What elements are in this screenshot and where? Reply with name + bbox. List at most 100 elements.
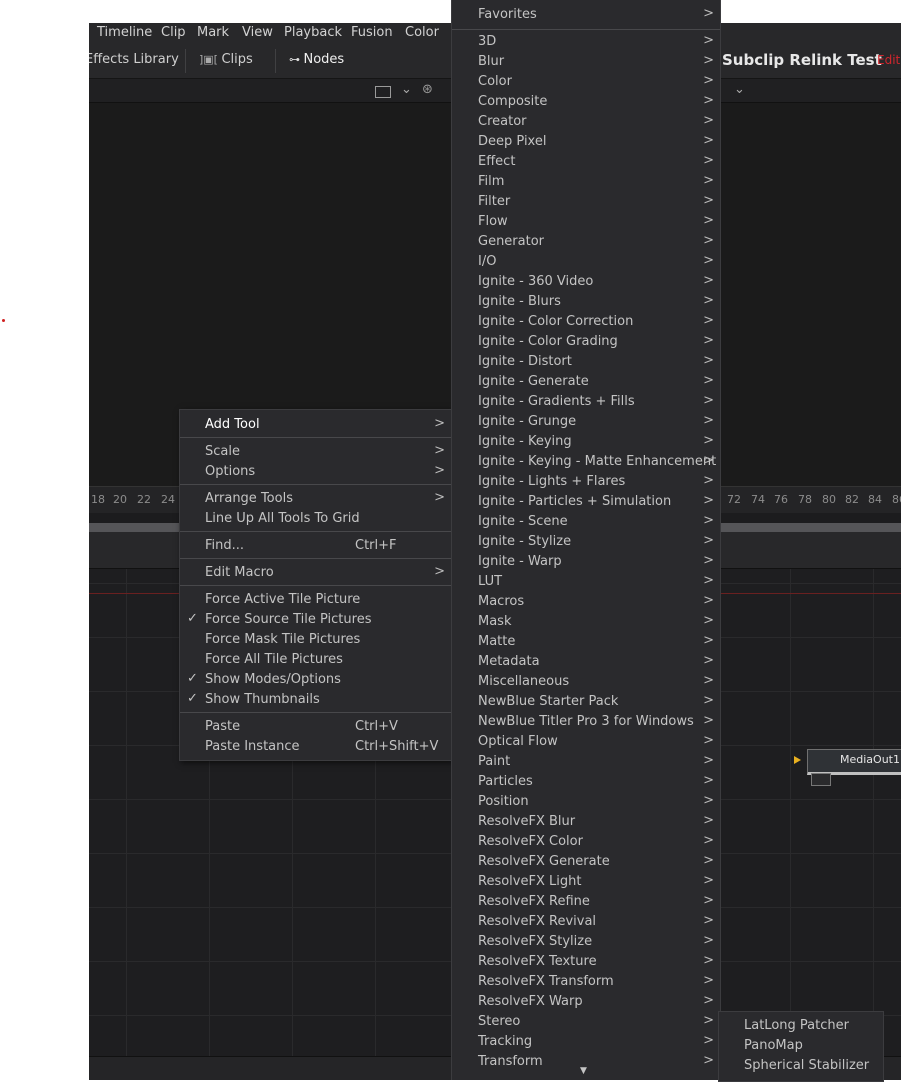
menu-item-show-thumbnails[interactable]: ✓ Show Thumbnails [180,690,451,710]
menu-item-tool-category[interactable]: Macros > [452,592,720,612]
menu-item-tool-category[interactable]: Ignite - Warp > [452,552,720,572]
menu-item-tool-category[interactable]: Position > [452,792,720,812]
menu-item-tool-category[interactable]: Tracking > [452,1032,720,1052]
menu-item-label: Find... [205,538,245,553]
menu-view[interactable]: View [242,25,273,40]
menu-item-tool-category[interactable]: ResolveFX Blur > [452,812,720,832]
menu-item-line-up[interactable]: Line Up All Tools To Grid [180,509,451,529]
menu-item-tool-category[interactable]: ResolveFX Texture > [452,952,720,972]
menu-item-panomap[interactable]: PanoMap [719,1036,883,1056]
scroll-down-icon[interactable]: ▼ [580,1066,587,1076]
menu-item-label: Miscellaneous [478,674,570,689]
chevron-right-icon: > [703,853,714,868]
menu-item-options[interactable]: Options > [180,462,451,482]
menu-item-tool-category[interactable]: ResolveFX Stylize > [452,932,720,952]
menu-item-tool-category[interactable]: ResolveFX Warp > [452,992,720,1012]
menu-item-tool-category[interactable]: Miscellaneous > [452,672,720,692]
menu-item-tool-category[interactable]: Ignite - Color Grading > [452,332,720,352]
menu-item-force-source[interactable]: ✓ Force Source Tile Pictures [180,610,451,630]
color-channels-icon[interactable]: ⊛ [422,82,433,97]
menu-item-show-modes[interactable]: ✓ Show Modes/Options [180,670,451,690]
menu-item-paste-instance[interactable]: Paste Instance Ctrl+Shift+V [180,737,451,757]
chevron-right-icon: > [703,653,714,668]
menu-item-tool-category[interactable]: NewBlue Titler Pro 3 for Windows > [452,712,720,732]
viewer-layout-icon[interactable] [375,84,391,99]
menu-item-tool-category[interactable]: Generator > [452,232,720,252]
menu-mark[interactable]: Mark [197,25,229,40]
menu-item-tool-category[interactable]: Ignite - Stylize > [452,532,720,552]
menu-item-paste[interactable]: Paste Ctrl+V [180,717,451,737]
menu-item-tool-category[interactable]: Ignite - Particles + Simulation > [452,492,720,512]
menu-item-tool-category[interactable]: 3D > [452,32,720,52]
menu-item-label: 3D [478,34,497,49]
menu-item-tool-category[interactable]: Metadata > [452,652,720,672]
menu-item-tool-category[interactable]: Composite > [452,92,720,112]
menu-item-tool-category[interactable]: Color > [452,72,720,92]
menu-item-tool-category[interactable]: LUT > [452,572,720,592]
menu-item-tool-category[interactable]: Ignite - Scene > [452,512,720,532]
menu-item-label: I/O [478,254,497,269]
menu-item-scale[interactable]: Scale > [180,442,451,462]
clips-button[interactable]: ]▣[ Clips [199,52,253,67]
chevron-right-icon: > [703,93,714,108]
menu-item-tool-category[interactable]: Ignite - Keying > [452,432,720,452]
menu-item-tool-category[interactable]: Flow > [452,212,720,232]
menu-item-label: Flow [478,214,508,229]
menu-item-tool-category[interactable]: Matte > [452,632,720,652]
menu-item-tool-category[interactable]: Stereo > [452,1012,720,1032]
menu-item-latlong-patcher[interactable]: LatLong Patcher [719,1016,883,1036]
menu-item-label: Paste [205,719,241,734]
menu-item-tool-category[interactable]: Ignite - Keying - Matte Enhancement > [452,452,720,472]
menu-item-tool-category[interactable]: Particles > [452,772,720,792]
menu-item-tool-category[interactable]: ResolveFX Transform > [452,972,720,992]
menu-playback[interactable]: Playback [284,25,342,40]
menu-item-tool-category[interactable]: ResolveFX Refine > [452,892,720,912]
node-thumbnail[interactable] [811,773,831,786]
menu-color[interactable]: Color [405,25,439,40]
menu-item-force-all[interactable]: Force All Tile Pictures [180,650,451,670]
nodes-button[interactable]: ⊶ Nodes [289,52,344,67]
menu-item-tool-category[interactable]: Ignite - 360 Video > [452,272,720,292]
menu-item-tool-category[interactable]: ResolveFX Revival > [452,912,720,932]
menu-item-tool-category[interactable]: ResolveFX Light > [452,872,720,892]
chevron-down-icon[interactable]: ⌄ [734,82,745,97]
menu-item-tool-category[interactable]: Ignite - Gradients + Fills > [452,392,720,412]
menu-item-tool-category[interactable]: Filter > [452,192,720,212]
menu-item-tool-category[interactable]: ResolveFX Generate > [452,852,720,872]
menu-item-tool-category[interactable]: Deep Pixel > [452,132,720,152]
media-out-node[interactable]: MediaOut1 [807,749,901,775]
menu-item-edit-macro[interactable]: Edit Macro > [180,563,451,583]
menu-item-tool-category[interactable]: Ignite - Grunge > [452,412,720,432]
menu-item-tool-category[interactable]: NewBlue Starter Pack > [452,692,720,712]
menu-item-tool-category[interactable]: Mask > [452,612,720,632]
menu-item-find[interactable]: Find... Ctrl+F [180,536,451,556]
menu-item-tool-category[interactable]: Blur > [452,52,720,72]
menu-item-tool-category[interactable]: Optical Flow > [452,732,720,752]
menu-item-tool-category[interactable]: Ignite - Blurs > [452,292,720,312]
menu-item-tool-category[interactable]: Ignite - Distort > [452,352,720,372]
menu-item-label: Paint [478,754,511,769]
menu-item-tool-category[interactable]: Ignite - Lights + Flares > [452,472,720,492]
menu-item-tool-category[interactable]: Effect > [452,152,720,172]
menu-item-tool-category[interactable]: Paint > [452,752,720,772]
effects-library-button[interactable]: Effects Library [89,52,179,67]
menu-fusion[interactable]: Fusion [351,25,393,40]
menu-item-label: ResolveFX Stylize [478,934,593,949]
menu-item-tool-category[interactable]: ResolveFX Color > [452,832,720,852]
menu-item-force-active[interactable]: Force Active Tile Picture [180,590,451,610]
menu-item-add-tool[interactable]: Add Tool > [180,415,451,435]
menu-item-tool-category[interactable]: Ignite - Color Correction > [452,312,720,332]
menu-clip[interactable]: Clip [161,25,186,40]
ruler-tick: 74 [751,493,765,506]
menu-item-tool-category[interactable]: I/O > [452,252,720,272]
menu-item-tool-category[interactable]: Creator > [452,112,720,132]
menu-item-tool-category[interactable]: Ignite - Generate > [452,372,720,392]
chevron-down-icon[interactable]: ⌄ [401,82,412,97]
menu-item-force-mask[interactable]: Force Mask Tile Pictures [180,630,451,650]
ruler-tick: 80 [822,493,836,506]
menu-item-arrange-tools[interactable]: Arrange Tools > [180,489,451,509]
menu-timeline[interactable]: Timeline [97,25,152,40]
menu-item-favorites[interactable]: Favorites > [452,5,720,25]
menu-item-tool-category[interactable]: Film > [452,172,720,192]
menu-item-spherical-stabilizer[interactable]: Spherical Stabilizer [719,1056,883,1076]
